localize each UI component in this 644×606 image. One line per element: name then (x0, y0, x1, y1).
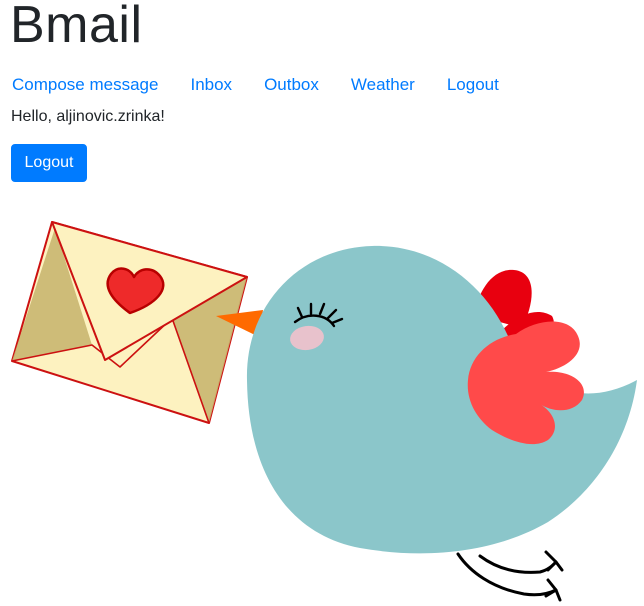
page: Bmail Compose message Inbox Outbox Weath… (0, 0, 644, 606)
nav-link-inbox[interactable]: Inbox (190, 74, 232, 96)
app-title: Bmail (10, 0, 143, 54)
nav-link-outbox[interactable]: Outbox (264, 74, 319, 96)
main-nav: Compose message Inbox Outbox Weather Log… (12, 74, 531, 96)
bird-with-letter-illustration (11, 221, 637, 602)
nav-link-compose-message[interactable]: Compose message (12, 74, 158, 96)
nav-link-weather[interactable]: Weather (351, 74, 415, 96)
bird-feet-icon (456, 550, 564, 602)
nav-link-logout[interactable]: Logout (447, 74, 499, 96)
bird-icon (216, 245, 637, 602)
greeting-text: Hello, aljinovic.zrinka! (11, 108, 165, 125)
envelope-icon (11, 221, 248, 424)
logout-button[interactable]: Logout (11, 144, 87, 182)
